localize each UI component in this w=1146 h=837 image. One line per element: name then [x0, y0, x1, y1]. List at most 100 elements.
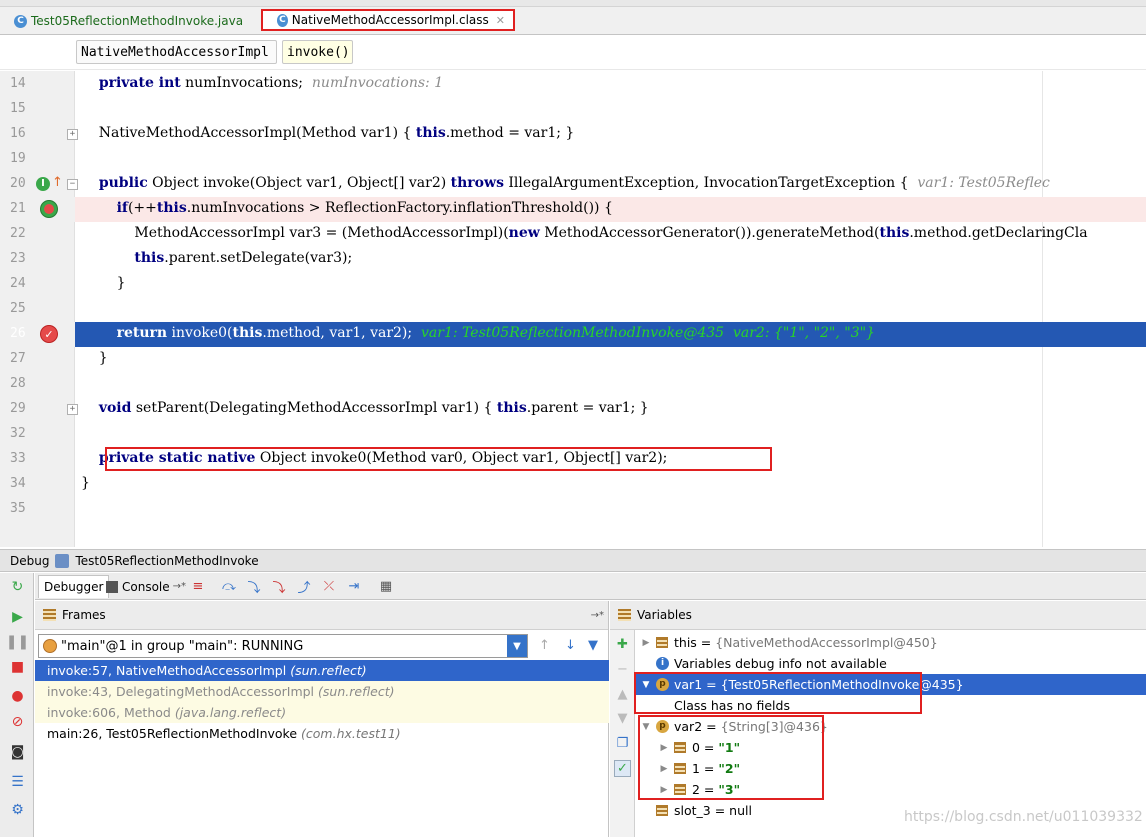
- tab-native-accessor-class[interactable]: C NativeMethodAccessorImpl.class ✕: [261, 9, 515, 31]
- code-line[interactable]: 34}: [0, 472, 1146, 497]
- force-step-into-icon[interactable]: ⤵: [271, 578, 287, 596]
- line-number: 35: [10, 501, 26, 516]
- line-number: 23: [10, 251, 26, 266]
- frames-title: Frames: [62, 608, 106, 622]
- code-keyword: return: [116, 325, 168, 341]
- tab-test05-java[interactable]: C Test05ReflectionMethodInvoke.java: [0, 9, 254, 33]
- code-line[interactable]: 26 ✓ return invoke0(this.method, var1, va…: [0, 322, 1146, 347]
- code-line[interactable]: 16 + NativeMethodAccessorImpl(Method var1…: [0, 122, 1146, 147]
- console-pin: →*: [172, 581, 187, 592]
- previous-frame-icon[interactable]: ↑: [539, 638, 550, 653]
- new-watch-icon[interactable]: ✚: [614, 636, 631, 653]
- breadcrumb-class[interactable]: NativeMethodAccessorImpl: [76, 40, 277, 64]
- code-line[interactable]: 35: [0, 497, 1146, 522]
- mute-breakpoints-icon[interactable]: ⊘: [9, 713, 26, 730]
- thread-selector[interactable]: "main"@1 in group "main": RUNNING ▼: [38, 634, 528, 658]
- filter-icon[interactable]: ▼: [588, 638, 598, 653]
- run-to-cursor-icon[interactable]: ⇥: [346, 578, 362, 594]
- breakpoint-icon[interactable]: [40, 200, 58, 218]
- code-line[interactable]: 15: [0, 97, 1146, 122]
- view-breakpoints-icon[interactable]: ●: [9, 687, 26, 704]
- move-up-icon[interactable]: ▲: [614, 686, 631, 703]
- code-token: }: [81, 275, 126, 291]
- debug-left-toolbar: ↻ ▶ ❚❚ ■ ● ⊘ ◙ ☰ ⚙: [0, 573, 34, 837]
- tab-console[interactable]: Console →*: [101, 575, 191, 598]
- copy-icon[interactable]: ❐: [614, 735, 631, 752]
- code-line[interactable]: 21 if(++this.numInvocations > Reflection…: [0, 197, 1146, 222]
- tab-debugger[interactable]: Debugger: [38, 575, 110, 598]
- fold-collapse-icon[interactable]: −: [67, 179, 78, 190]
- code-line[interactable]: 23 this.parent.setDelegate(var3);: [0, 247, 1146, 272]
- variable-row[interactable]: i Variables debug info not available: [635, 653, 1146, 674]
- fold-expand-icon[interactable]: +: [67, 129, 78, 140]
- code-line[interactable]: 28: [0, 372, 1146, 397]
- show-execution-point-icon[interactable]: ≡: [190, 578, 206, 594]
- settings-icon[interactable]: ⚙: [9, 801, 26, 818]
- override-arrow-icon[interactable]: ↑: [52, 175, 63, 190]
- field-icon: [656, 637, 668, 648]
- next-frame-icon[interactable]: ↓: [565, 638, 576, 653]
- code-line[interactable]: 20 − I ↑ public Object invoke(Object var1, …: [0, 172, 1146, 197]
- code-line[interactable]: 29 + void setParent(DelegatingMethodAcces…: [0, 397, 1146, 422]
- console-icon: [106, 580, 118, 593]
- code-line[interactable]: 32: [0, 422, 1146, 447]
- line-number: 16: [10, 126, 26, 141]
- var2-highlight-box: [638, 715, 824, 800]
- code-editor[interactable]: 14 private int numInvocations; numInvoca…: [0, 71, 1146, 547]
- resume-icon[interactable]: ▶: [9, 608, 26, 625]
- code-text: }: [81, 350, 108, 366]
- breakpoint-icon[interactable]: ✓: [40, 325, 58, 343]
- code-token: invoke0(: [167, 325, 233, 341]
- frame-method: invoke:606, Method: [47, 705, 171, 720]
- step-out-icon[interactable]: ⤴: [296, 578, 312, 596]
- frame-row[interactable]: main:26, Test05ReflectionMethodInvoke (co…: [35, 723, 609, 744]
- line-number: 21: [10, 201, 26, 216]
- frames-pin[interactable]: →*: [591, 610, 604, 621]
- variable-value: null: [729, 803, 752, 818]
- chevron-down-icon[interactable]: ▼: [507, 635, 527, 657]
- code-keyword: this: [134, 250, 165, 266]
- frame-row[interactable]: invoke:43, DelegatingMethodAccessorImpl(…: [35, 681, 609, 702]
- pause-icon[interactable]: ❚❚: [6, 633, 29, 650]
- show-types-icon[interactable]: ✓: [614, 760, 631, 777]
- step-over-icon[interactable]: ⤼: [221, 578, 237, 594]
- code-line[interactable]: 24 }: [0, 272, 1146, 297]
- layout-icon[interactable]: ☰: [9, 773, 26, 790]
- code-keyword: throws: [450, 175, 504, 191]
- variables-header: Variables: [610, 601, 1146, 630]
- evaluate-expression-icon[interactable]: ▦: [378, 578, 394, 594]
- inline-debug-value: numInvocations: 1: [311, 75, 444, 91]
- breadcrumb-method[interactable]: invoke(): [282, 40, 353, 64]
- step-into-icon[interactable]: ⤵: [246, 578, 262, 596]
- line-number: 24: [10, 276, 26, 291]
- stop-icon[interactable]: ■: [9, 658, 26, 675]
- run-config-name[interactable]: Test05ReflectionMethodInvoke: [75, 554, 258, 568]
- remove-watch-icon[interactable]: −: [614, 661, 631, 678]
- close-icon[interactable]: ✕: [496, 14, 505, 27]
- expand-arrow-icon[interactable]: ▶: [640, 638, 652, 648]
- rerun-icon[interactable]: ↻: [9, 578, 26, 595]
- code-line[interactable]: 27 }: [0, 347, 1146, 372]
- camera-icon[interactable]: ◙: [9, 743, 26, 760]
- code-line[interactable]: 14 private int numInvocations; numInvoca…: [0, 72, 1146, 97]
- code-keyword: this: [232, 325, 263, 341]
- drop-frame-icon[interactable]: ⤫: [321, 578, 337, 594]
- frames-header: Frames →*: [35, 601, 608, 630]
- debug-tool-window-title: Debug Test05ReflectionMethodInvoke: [0, 549, 1146, 572]
- frame-method: main:26, Test05ReflectionMethodInvoke: [47, 726, 298, 741]
- frame-row[interactable]: invoke:57, NativeMethodAccessorImpl (sun.…: [35, 660, 609, 681]
- implements-icon[interactable]: I: [36, 177, 50, 191]
- move-down-icon[interactable]: ▼: [614, 710, 631, 727]
- fold-expand-icon[interactable]: +: [67, 404, 78, 415]
- inline-debug-value: var1: Test05Reflec: [917, 175, 1050, 191]
- code-keyword: new: [508, 225, 540, 241]
- frame-row[interactable]: invoke:606, Method (java.lang.reflect): [35, 702, 609, 723]
- code-line[interactable]: 22 MethodAccessorImpl var3 = (MethodAcce…: [0, 222, 1146, 247]
- line-number: 32: [10, 426, 26, 441]
- variable-row[interactable]: ▶ this = {NativeMethodAccessorImpl@450}: [635, 632, 1146, 653]
- code-line[interactable]: 25: [0, 297, 1146, 322]
- line-number: 33: [10, 451, 26, 466]
- code-line[interactable]: 19: [0, 147, 1146, 172]
